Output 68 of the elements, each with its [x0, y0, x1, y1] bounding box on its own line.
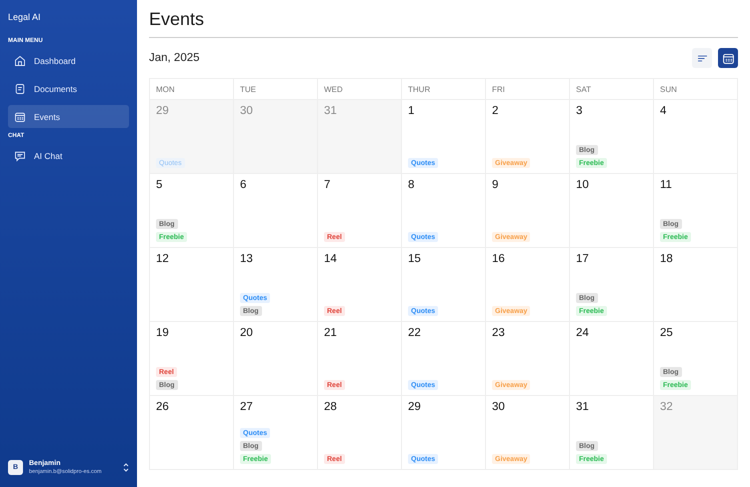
day-number: 31 [324, 105, 338, 117]
day-number: 4 [660, 105, 668, 117]
day-number: 15 [408, 253, 422, 265]
weekday-label: SUN [660, 84, 677, 94]
chat-icon [14, 150, 26, 162]
day-number: 14 [324, 253, 338, 265]
day-number: 11 [660, 179, 673, 191]
nav-item[interactable]: Documents [8, 77, 129, 100]
day-number: 8 [408, 179, 416, 191]
day-cell[interactable]: 26 [150, 396, 234, 470]
day-cell[interactable]: 4 [654, 100, 738, 174]
nav-item[interactable]: Events [8, 105, 129, 128]
day-cell[interactable]: 20 [234, 322, 318, 396]
day-number: 20 [240, 327, 254, 339]
app-name: Legal AI [8, 12, 42, 22]
calendar-icon [722, 52, 734, 64]
weekday-label: SAT [576, 84, 591, 94]
day-cell[interactable]: 30 [234, 100, 318, 174]
day-cell[interactable]: 12 [150, 248, 234, 322]
day-cell[interactable]: 10 [570, 174, 654, 248]
day-number: 5 [156, 179, 164, 191]
document-icon [14, 82, 26, 94]
day-number: 31 [576, 401, 590, 413]
weekday-label: MON [156, 84, 175, 94]
day-cell[interactable]: 24 [570, 322, 654, 396]
day-number: 29 [156, 105, 170, 117]
day-number: 27 [240, 401, 254, 413]
day-number: 30 [492, 401, 506, 413]
day-number: 18 [660, 253, 674, 265]
calendar-icon [14, 110, 26, 122]
day-number: 10 [576, 179, 590, 191]
day-cell[interactable]: 18 [654, 248, 738, 322]
sort-button[interactable] [692, 48, 712, 68]
day-number: 6 [240, 179, 248, 191]
day-number: 2 [492, 105, 500, 117]
day-number: 30 [240, 105, 254, 117]
day-number: 19 [156, 327, 170, 339]
day-number: 24 [576, 327, 590, 339]
day-number: 22 [408, 327, 422, 339]
day-number: 13 [240, 253, 254, 265]
day-number: 21 [324, 327, 338, 339]
weekday-label: FRI [492, 84, 505, 94]
day-cell[interactable]: 32 [654, 396, 738, 470]
calendar-view-button[interactable] [718, 48, 738, 68]
day-number: 12 [156, 253, 170, 265]
nav-item[interactable]: AI Chat [8, 144, 129, 167]
day-number: 32 [660, 401, 674, 413]
weekday-label: THUR [408, 84, 430, 94]
expand-icon[interactable] [123, 463, 129, 472]
day-number: 28 [324, 401, 338, 413]
weekday-label: TUE [240, 84, 256, 94]
home-icon [14, 54, 26, 66]
day-number: 9 [492, 179, 500, 191]
day-cell[interactable]: 31 [318, 100, 402, 174]
day-number: 1 [408, 105, 416, 117]
day-number: 23 [492, 327, 506, 339]
page-title: Events [149, 9, 738, 38]
month-label: Jan, 2025 [149, 52, 201, 64]
day-number: 29 [408, 401, 422, 413]
day-number: 7 [324, 179, 332, 191]
nav-item[interactable]: Dashboard [8, 49, 129, 72]
day-number: 25 [660, 327, 674, 339]
day-number: 26 [156, 401, 170, 413]
day-number: 17 [576, 253, 590, 265]
weekday-label: WED [324, 84, 343, 94]
day-number: 16 [492, 253, 506, 265]
day-number: 3 [576, 105, 584, 117]
day-cell[interactable]: 6 [234, 174, 318, 248]
